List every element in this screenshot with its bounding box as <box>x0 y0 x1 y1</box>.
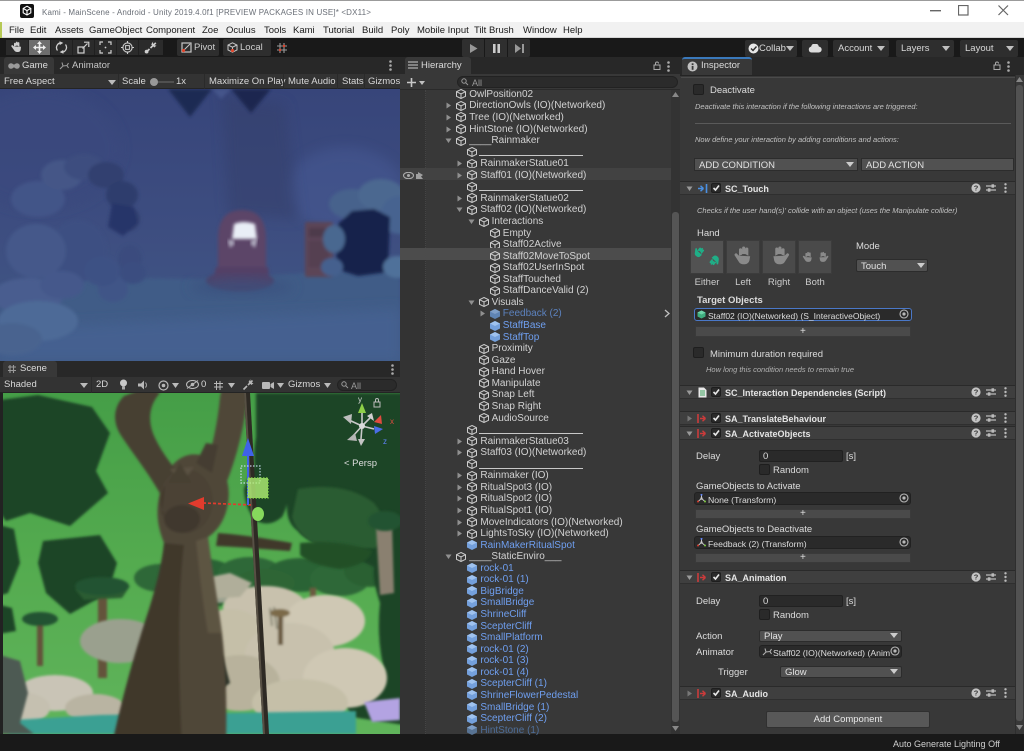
svg-text:y: y <box>358 395 362 404</box>
svg-text:?: ? <box>974 689 979 698</box>
svg-text:z: z <box>383 437 387 446</box>
svg-text:?: ? <box>974 414 979 423</box>
svg-text:x: x <box>390 417 394 426</box>
svg-text:< Persp: < Persp <box>344 458 377 469</box>
svg-text:?: ? <box>974 388 979 397</box>
svg-text:?: ? <box>974 184 979 193</box>
svg-text:?: ? <box>974 429 979 438</box>
svg-text:?: ? <box>974 573 979 582</box>
